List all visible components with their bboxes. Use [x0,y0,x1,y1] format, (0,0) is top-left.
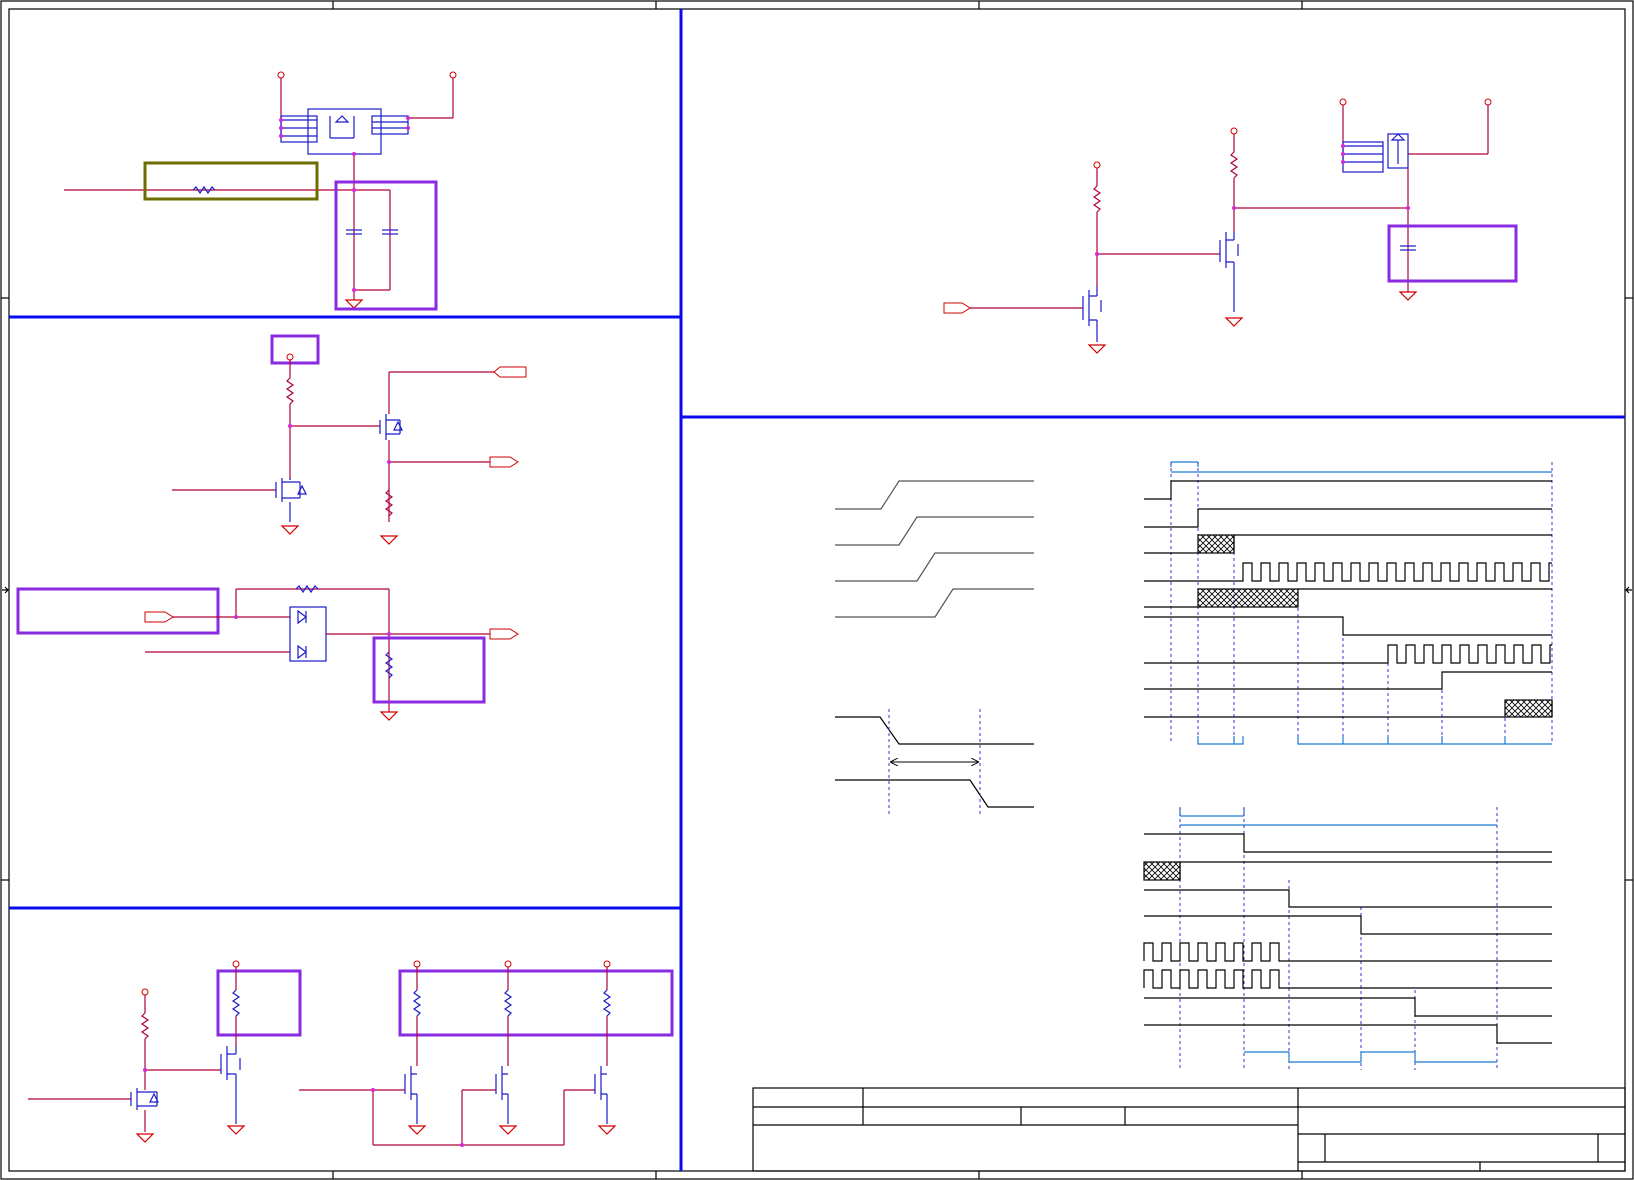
resistor-icon [503,989,513,1017]
net-label-icon [943,302,971,314]
ground-icon [597,1125,617,1135]
mosfet-driver-top-right [943,98,1518,354]
pullup-box-single [216,969,302,1037]
label-box [270,334,320,365]
power-port-icon [277,71,285,79]
ground-icon [1087,344,1107,354]
mosfet-icon [495,1066,509,1124]
power-port-icon [1093,161,1101,169]
input-box [16,587,220,635]
pullup-channel-2 [461,960,518,1145]
ground-icon [1398,291,1418,301]
title-block [752,1087,1626,1172]
ground-icon [344,299,364,309]
power-port-icon [1484,98,1492,106]
mosfet-icon [220,1046,241,1124]
sheet-frame [0,0,1634,1180]
power-port-icon [1339,98,1347,106]
net-label-icon [493,366,527,378]
power-port-icon [141,988,149,996]
mosfet-icon [594,1066,608,1124]
power-port-icon [286,353,294,361]
ground-icon [379,535,399,545]
power-port-icon [504,960,512,968]
level-shift-middle-left [16,334,527,721]
ground-icon [407,1125,427,1135]
mosfet-icon [1219,232,1239,312]
resistor-icon [1229,151,1239,179]
pullup-array-bottom-left [28,960,674,1147]
power-port-icon [232,960,240,968]
resistor-icon [1092,185,1102,213]
ground-icon [226,1125,246,1135]
net-label-icon [489,456,519,468]
ramp-waveforms [835,480,1034,817]
mosfet-icon [307,108,382,155]
mosfet-icon [275,478,307,522]
ground-icon [379,711,399,721]
mosfet-icon [1082,286,1102,342]
ground-icon [498,1125,518,1135]
ground-icon [1224,317,1244,327]
power-port-icon [449,71,457,79]
ground-icon [135,1133,155,1143]
sequence-waveforms-top [1144,461,1553,745]
resistor-icon [231,989,241,1017]
pullup-box-triple [398,969,674,1037]
section-separators [9,9,1625,1171]
ground-icon [280,525,300,535]
filter-box [143,161,319,201]
resistor-icon [285,377,295,405]
sequence-waveforms-bottom [1143,807,1552,1070]
resistor-icon [602,989,612,1017]
power-port-icon [603,960,611,968]
resistor-icon [140,1012,150,1040]
mosfet-icon [130,1088,159,1110]
net-label-icon [489,628,519,640]
mosfet-icon [379,414,403,440]
net-label-icon [144,611,174,623]
power-switch-top-left [64,71,457,311]
power-port-icon [1230,127,1238,135]
resistor-icon [412,989,422,1017]
mosfet-icon [404,1066,418,1124]
power-port-icon [413,960,421,968]
pullup-channel-3 [563,960,617,1145]
schematic-sheet [0,0,1634,1180]
pulldown-box [372,636,486,704]
diode-icon [289,606,327,662]
